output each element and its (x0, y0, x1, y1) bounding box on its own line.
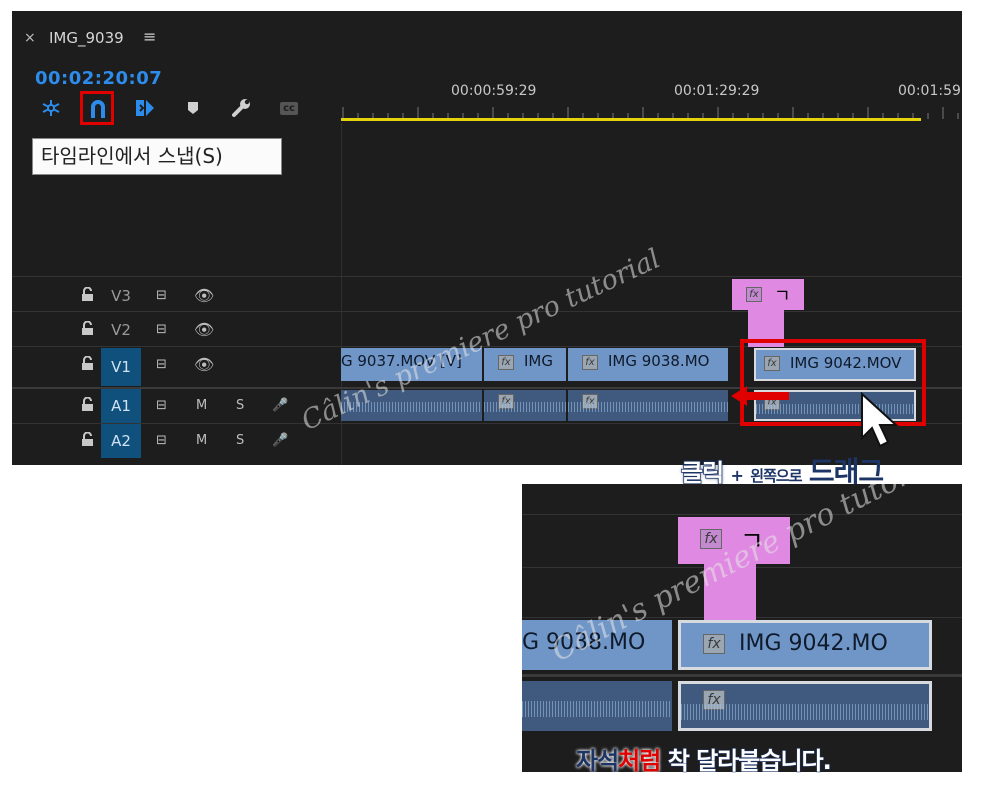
mute-button[interactable]: M (196, 424, 207, 458)
lock-icon[interactable] (81, 287, 94, 302)
track-divider (12, 276, 962, 277)
sync-lock-icon[interactable]: ⊟ (156, 279, 167, 313)
sequence-tab[interactable]: × IMG_9039 ≡ (12, 27, 962, 51)
fx-badge: fx (582, 355, 598, 370)
track-header-a2: A2 ⊟ M S 🎤 (12, 424, 341, 458)
microphone-icon[interactable]: 🎤 (272, 424, 288, 458)
ruler-time-label: 00:01:59 (898, 83, 961, 99)
close-tab-icon[interactable]: × (24, 30, 36, 46)
pink-adjustment-clip[interactable]: fx ㄱ (732, 279, 804, 310)
clip-label: IMG 9038.MO (608, 352, 710, 370)
track-name[interactable]: V3 (101, 279, 141, 313)
caption-magnet: 자석 (576, 747, 619, 775)
panel-menu-icon[interactable]: ≡ (143, 27, 156, 46)
captions-icon[interactable]: cc (274, 93, 304, 123)
linked-selection-icon[interactable] (130, 93, 160, 123)
eye-icon[interactable]: 👁 (194, 348, 214, 382)
audio-clip[interactable]: fx (568, 390, 728, 421)
playhead-timecode[interactable]: 00:02:20:07 (35, 68, 162, 89)
fx-badge: fx (498, 355, 514, 370)
track-header-v2: V2 ⊟ 👁 (12, 313, 341, 347)
audio-clip[interactable]: fx (484, 390, 566, 421)
sync-lock-icon[interactable]: ⊟ (156, 313, 167, 347)
lock-icon[interactable] (81, 356, 94, 371)
mute-button[interactable]: M (196, 389, 207, 423)
track-header-a1: A1 ⊟ M S 🎤 (12, 389, 341, 423)
video-clip-9038[interactable]: fx IMG 9038.MO (568, 348, 728, 381)
track-name[interactable]: A1 (101, 389, 141, 423)
track-header-v3: V3 ⊟ 👁 (12, 279, 341, 313)
audio-waveform (681, 704, 929, 720)
snap-highlight-box (80, 91, 114, 125)
lock-icon[interactable] (81, 432, 94, 447)
ruler-time-label: 00:00:59:29 (451, 83, 537, 99)
fx-badge: fx (703, 634, 725, 654)
sync-lock-icon[interactable]: ⊟ (156, 389, 167, 423)
sync-lock-icon[interactable]: ⊟ (156, 424, 167, 458)
solo-button[interactable]: S (236, 424, 244, 458)
video-clip-9042[interactable]: fx IMG 9042.MO (678, 620, 932, 670)
track-header-v1: V1 ⊟ 👁 (12, 348, 341, 386)
snap-tooltip: 타임라인에서 스냅(S) (32, 138, 282, 175)
caption-like: 처럼 (618, 747, 661, 775)
caption-sticks: 착 달라붙습니다. (667, 746, 832, 775)
left-arrow-icon (731, 386, 789, 406)
fx-badge: fx (746, 287, 762, 302)
wrench-icon[interactable] (226, 93, 256, 123)
track-name[interactable]: V2 (101, 313, 141, 347)
work-area-bar[interactable] (341, 118, 921, 121)
timeline-panel: × IMG_9039 ≡ 00:02:20:07 cc 타임라인에서 스냅(S)… (12, 11, 962, 465)
audio-waveform (522, 701, 672, 717)
audio-clip[interactable] (522, 681, 672, 731)
clip-label: IMG (524, 352, 553, 370)
sequence-title[interactable]: IMG_9039 (49, 29, 124, 47)
fx-badge: fx (700, 529, 722, 549)
nest-icon[interactable] (36, 93, 66, 123)
microphone-icon[interactable]: 🎤 (272, 389, 288, 423)
timeline-toolbar: cc (12, 93, 342, 123)
eye-icon[interactable]: 👁 (194, 279, 214, 313)
clip-label: ㄱ (774, 286, 791, 307)
clip-label: IMG 9042.MO (739, 631, 888, 656)
solo-button[interactable]: S (236, 389, 244, 423)
track-name[interactable]: V1 (101, 348, 141, 386)
mouse-cursor-icon (861, 392, 899, 448)
lock-icon[interactable] (81, 397, 94, 412)
add-marker-icon[interactable] (178, 93, 208, 123)
audio-waveform (568, 402, 728, 412)
audio-clip-9042[interactable]: fx (678, 681, 932, 731)
lock-icon[interactable] (81, 321, 94, 336)
eye-icon[interactable]: 👁 (194, 313, 214, 347)
result-caption: 자석처럼 착 달라붙습니다. (576, 741, 832, 776)
sync-lock-icon[interactable]: ⊟ (156, 348, 167, 382)
audio-waveform (484, 402, 566, 412)
track-name[interactable]: A2 (101, 424, 141, 458)
video-clip-img[interactable]: fx IMG (484, 348, 566, 381)
zoom-panel: fx ㄱ G 9038.MO fx IMG 9042.MO fx Câlin's… (522, 484, 962, 772)
video-audio-divider (522, 674, 962, 677)
ruler-time-label: 00:01:29:29 (674, 83, 760, 99)
track-divider (522, 514, 962, 515)
